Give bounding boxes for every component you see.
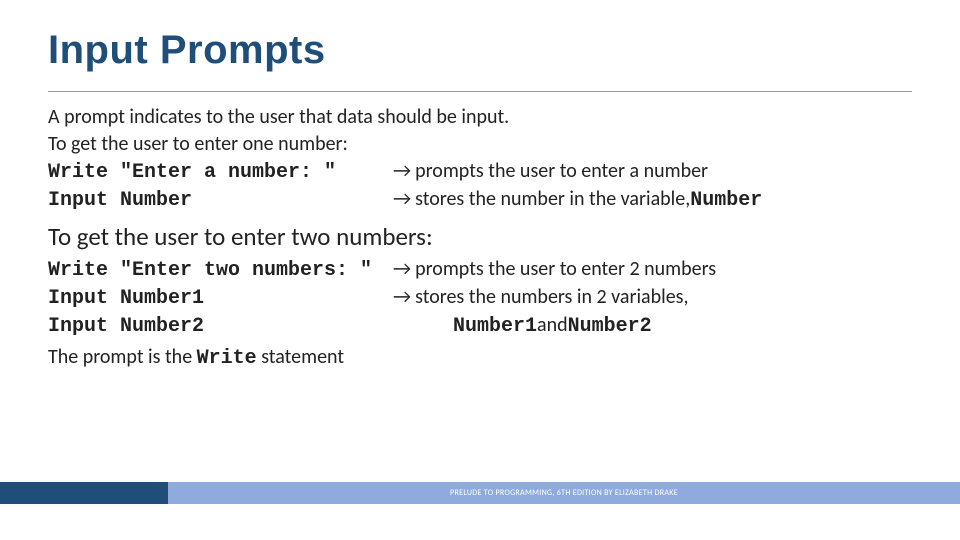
title-divider bbox=[48, 91, 912, 92]
example2-line3: Input Number2 Number1 and Number2 bbox=[48, 312, 912, 340]
var-number: Number bbox=[690, 187, 762, 214]
slide-title: Input Prompts bbox=[48, 28, 912, 73]
arrow-icon: → bbox=[393, 158, 411, 185]
var-number2: Number2 bbox=[568, 313, 652, 340]
footer-bar: PRELUDE TO PROGRAMMING, 6TH EDITION BY E… bbox=[0, 482, 960, 504]
code-input-number2: Input Number2 bbox=[48, 313, 393, 340]
arrow-icon: → bbox=[393, 186, 411, 213]
slide-body: A prompt indicates to the user that data… bbox=[48, 104, 912, 372]
example2-line2-desc: → stores the numbers in 2 variables, bbox=[393, 284, 688, 311]
example1-line2-desc: → stores the number in the variable, Num… bbox=[393, 186, 762, 214]
example2-line3-desc: Number1 and Number2 bbox=[393, 312, 652, 340]
example2-line1-desc: → prompts the user to enter 2 numbers bbox=[393, 256, 716, 283]
example2-line2: Input Number1 → stores the numbers in 2 … bbox=[48, 284, 912, 312]
and-text: and bbox=[537, 312, 568, 339]
subheading: To get the user to enter two numbers: bbox=[48, 220, 912, 254]
code-write-enter-two-numbers: Write "Enter two numbers: " bbox=[48, 257, 393, 284]
closing-c: statement bbox=[257, 345, 344, 369]
desc-text: stores the number in the variable, bbox=[415, 186, 690, 213]
arrow-icon: → bbox=[393, 284, 411, 311]
slide-content: Input Prompts A prompt indicates to the … bbox=[0, 0, 960, 372]
desc-text: prompts the user to enter 2 numbers bbox=[415, 256, 716, 283]
desc-text: stores the numbers in 2 variables, bbox=[415, 284, 688, 311]
desc-text: prompts the user to enter a number bbox=[415, 158, 708, 185]
code-input-number1: Input Number1 bbox=[48, 285, 393, 312]
intro-line-2: To get the user to enter one number: bbox=[48, 131, 912, 158]
footer-accent bbox=[0, 482, 168, 504]
closing-line: The prompt is the Write statement bbox=[48, 344, 912, 372]
example1-line1-desc: → prompts the user to enter a number bbox=[393, 158, 708, 185]
example2-line1: Write "Enter two numbers: " → prompts th… bbox=[48, 256, 912, 284]
example1-line2: Input Number → stores the number in the … bbox=[48, 186, 912, 214]
closing-a: The prompt is the bbox=[48, 345, 197, 369]
footer-text: PRELUDE TO PROGRAMMING, 6TH EDITION BY E… bbox=[450, 488, 678, 498]
closing-code: Write bbox=[197, 347, 257, 370]
footer-main: PRELUDE TO PROGRAMMING, 6TH EDITION BY E… bbox=[168, 482, 960, 504]
example1-line1: Write "Enter a number: " → prompts the u… bbox=[48, 158, 912, 186]
var-number1: Number1 bbox=[453, 313, 537, 340]
intro-line-1: A prompt indicates to the user that data… bbox=[48, 104, 912, 131]
code-write-enter-number: Write "Enter a number: " bbox=[48, 159, 393, 186]
code-input-number: Input Number bbox=[48, 187, 393, 214]
arrow-icon: → bbox=[393, 256, 411, 283]
